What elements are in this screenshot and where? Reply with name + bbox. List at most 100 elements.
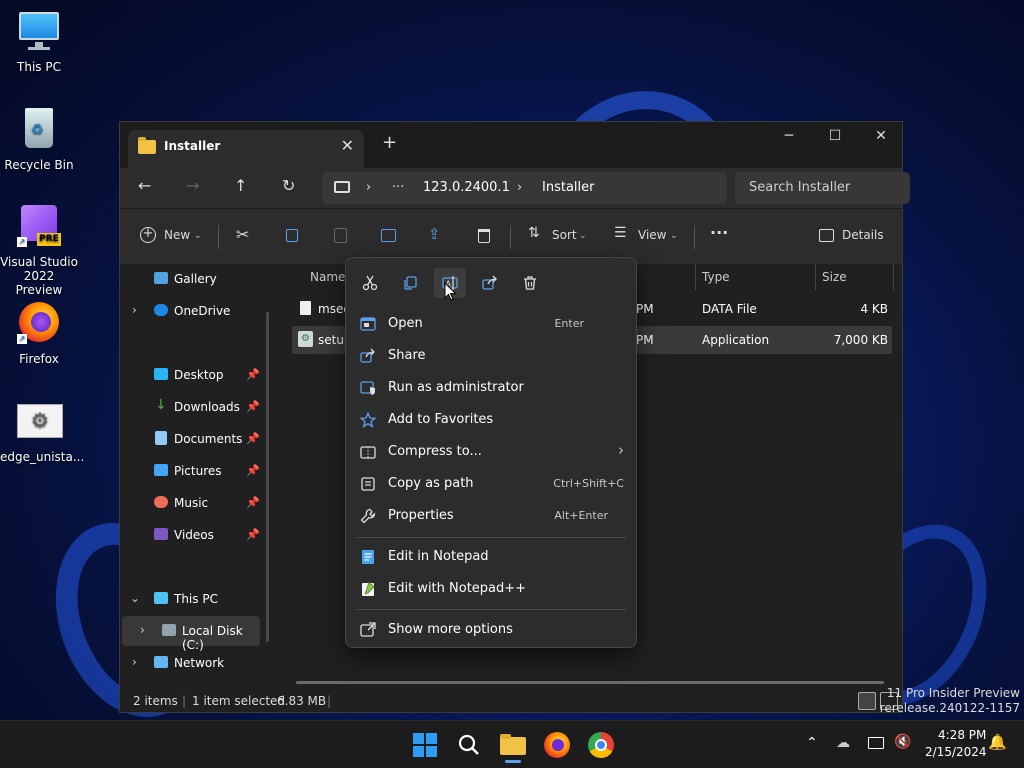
pin-icon[interactable]: 📌	[246, 528, 260, 541]
volume-muted-icon[interactable]: 🔇	[894, 734, 911, 750]
copy-icon[interactable]	[286, 229, 298, 242]
share-icon[interactable]: ⇪	[428, 225, 441, 243]
nav-item-videos[interactable]: Videos 📌	[120, 520, 270, 550]
pin-icon[interactable]: 📌	[246, 400, 260, 413]
pin-icon[interactable]: 📌	[246, 496, 260, 509]
menu-item-show-more-options[interactable]: Show more options	[350, 614, 632, 646]
desktop-icon-firefox[interactable]: ↗ Firefox	[0, 302, 78, 366]
menu-item-run-as-admin[interactable]: Run as administrator	[350, 372, 632, 404]
chevron-right-icon[interactable]: ›	[140, 623, 145, 637]
column-separator[interactable]	[893, 264, 894, 290]
search-taskbar-button[interactable]	[455, 731, 483, 759]
horizontal-scrollbar[interactable]	[296, 681, 884, 684]
file-explorer-taskbar-button[interactable]	[499, 731, 527, 763]
paste-icon[interactable]	[334, 228, 347, 243]
cut-button[interactable]	[354, 268, 386, 298]
cloud-sync-icon[interactable]: ☁	[836, 735, 850, 751]
network-icon	[154, 656, 168, 668]
forward-button[interactable]: →	[186, 176, 199, 195]
menu-item-edit-notepad[interactable]: Edit in Notepad	[350, 541, 632, 573]
notification-bell-icon[interactable]: 🔔	[988, 733, 1007, 751]
chevron-right-icon[interactable]: ›	[132, 655, 137, 669]
rename-icon[interactable]	[381, 229, 396, 242]
nav-item-documents[interactable]: Documents 📌	[120, 424, 270, 454]
settings-file-icon: ⚙	[17, 400, 63, 444]
menu-item-add-favorites[interactable]: Add to Favorites	[350, 404, 632, 436]
copy-button[interactable]	[394, 268, 426, 298]
chevron-down-icon[interactable]: ⌄	[130, 591, 140, 605]
menu-item-label: Open	[388, 316, 423, 331]
breadcrumb-overflow[interactable]: ···	[392, 180, 404, 195]
nav-item-network[interactable]: › Network	[120, 648, 270, 678]
nav-item-this-pc[interactable]: ⌄ This PC	[120, 584, 270, 614]
menu-item-share[interactable]: Share	[350, 340, 632, 372]
close-tab-button[interactable]: ✕	[341, 136, 354, 155]
column-separator[interactable]	[695, 264, 696, 290]
tab-installer[interactable]: Installer ✕	[128, 130, 364, 168]
column-separator[interactable]	[815, 264, 816, 290]
column-header-type[interactable]: Type	[702, 270, 730, 284]
nav-item-local-disk[interactable]: › Local Disk (C:)	[122, 616, 260, 652]
clock-date[interactable]: 2/15/2024	[925, 745, 987, 759]
pin-icon[interactable]: 📌	[246, 464, 260, 477]
breadcrumb-item[interactable]: 123.0.2400.1	[423, 180, 510, 195]
sort-button[interactable]: Sort	[552, 228, 577, 242]
menu-item-edit-notepadpp[interactable]: Edit with Notepad++	[350, 573, 632, 605]
start-button[interactable]	[411, 731, 439, 759]
file-type: DATA File	[702, 302, 757, 316]
search-box[interactable]: Search Installer	[735, 172, 910, 204]
new-tab-button[interactable]: +	[382, 132, 397, 153]
menu-item-properties[interactable]: Properties Alt+Enter	[350, 500, 632, 532]
monitor-icon	[17, 10, 61, 54]
up-button[interactable]: ↑	[234, 176, 247, 195]
desktop-icon-visual-studio[interactable]: PRE ↗ Visual Studio 2022 Preview	[0, 205, 78, 297]
details-button[interactable]: Details	[842, 228, 884, 242]
plus-icon: +	[140, 227, 156, 243]
nav-item-onedrive[interactable]: › OneDrive	[120, 296, 270, 326]
chevron-right-icon: ›	[618, 441, 624, 459]
nav-item-pictures[interactable]: Pictures 📌	[120, 456, 270, 486]
maximize-button[interactable]: ☐	[812, 128, 858, 144]
copy-icon	[404, 276, 417, 290]
desktop-icon-edge-uninstaller[interactable]: ⚙ edge_unista...	[0, 400, 84, 464]
desktop-icon-this-pc[interactable]: This PC	[0, 10, 78, 74]
visual-studio-icon: PRE ↗	[17, 205, 61, 249]
clock-time[interactable]: 4:28 PM	[938, 728, 986, 742]
close-window-button[interactable]: ✕	[858, 128, 904, 144]
breadcrumb-item[interactable]: Installer	[542, 180, 594, 195]
nav-item-gallery[interactable]: Gallery	[120, 264, 270, 294]
network-status-icon[interactable]	[868, 737, 884, 749]
column-header-size[interactable]: Size	[822, 270, 847, 284]
delete-button[interactable]	[514, 268, 546, 298]
minimize-button[interactable]: ─	[766, 128, 812, 144]
menu-item-open[interactable]: Open Enter	[350, 308, 632, 340]
sidebar-scrollbar[interactable]	[266, 312, 269, 642]
column-header-name[interactable]: Name	[310, 270, 345, 284]
address-bar[interactable]: › ··· 123.0.2400.1 › Installer	[322, 172, 727, 204]
show-hidden-icons-button[interactable]: ⌃	[806, 735, 818, 751]
chevron-right-icon[interactable]: ›	[132, 303, 137, 317]
nav-label: Pictures	[174, 464, 222, 478]
cut-icon[interactable]: ✂	[236, 225, 249, 244]
details-view-toggle[interactable]	[858, 692, 876, 710]
nav-item-music[interactable]: Music 📌	[120, 488, 270, 518]
menu-item-compress[interactable]: Compress to... ›	[350, 436, 632, 468]
more-options-button[interactable]: ···	[710, 223, 728, 242]
pin-icon[interactable]: 📌	[246, 432, 260, 445]
pin-icon[interactable]: 📌	[246, 368, 260, 381]
new-button[interactable]: New	[164, 228, 190, 242]
firefox-taskbar-button[interactable]	[543, 731, 571, 759]
nav-item-downloads[interactable]: ↓ Downloads 📌	[120, 392, 270, 422]
share-button[interactable]	[474, 268, 506, 298]
chrome-taskbar-button[interactable]	[587, 731, 615, 759]
back-button[interactable]: ←	[138, 176, 151, 195]
drive-icon	[162, 624, 176, 636]
delete-icon[interactable]	[478, 229, 490, 243]
nav-item-desktop[interactable]: Desktop 📌	[120, 360, 270, 390]
tab-title: Installer	[164, 139, 221, 153]
view-button[interactable]: View	[638, 228, 666, 242]
build-watermark: rerelease.240122-1157	[879, 701, 1020, 715]
refresh-button[interactable]: ↻	[282, 176, 295, 195]
desktop-icon-recycle-bin[interactable]: ♻ Recycle Bin	[0, 108, 78, 172]
menu-item-copy-as-path[interactable]: Copy as path Ctrl+Shift+C	[350, 468, 632, 500]
